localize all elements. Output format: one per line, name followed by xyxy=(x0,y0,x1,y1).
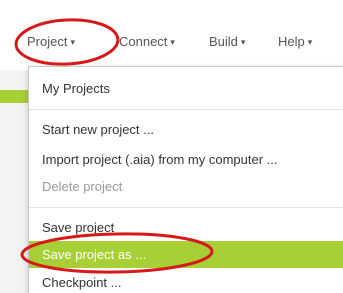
menu-bar: Project ▾ Connect ▾ Build ▾ Help ▾ xyxy=(0,0,343,70)
menu-item-save-project[interactable]: Save project xyxy=(29,214,343,241)
chevron-down-icon: ▾ xyxy=(70,37,75,47)
menu-item-import-project[interactable]: Import project (.aia) from my computer .… xyxy=(29,146,343,173)
menu-connect-label: Connect xyxy=(119,34,168,49)
menu-help[interactable]: Help ▾ xyxy=(278,34,312,49)
menu-build[interactable]: Build ▾ xyxy=(209,34,245,49)
menu-project-label: Project xyxy=(27,34,68,49)
chevron-down-icon: ▾ xyxy=(240,37,246,47)
menu-help-label: Help xyxy=(278,34,305,49)
menu-build-label: Build xyxy=(209,34,238,49)
background-panel xyxy=(0,70,28,293)
menu-project[interactable]: Project ▾ xyxy=(27,34,75,49)
chevron-down-icon: ▾ xyxy=(307,37,313,47)
menu-item-delete-project: Delete project xyxy=(42,179,123,194)
menu-item-checkpoint[interactable]: Checkpoint ... xyxy=(29,269,343,293)
selected-tab-accent xyxy=(0,90,28,103)
project-dropdown-menu: My Projects Start new project ... Import… xyxy=(28,66,343,293)
menu-divider xyxy=(29,207,343,208)
chevron-down-icon: ▾ xyxy=(170,37,175,47)
menu-item-start-new-project[interactable]: Start new project ... xyxy=(29,116,343,143)
menu-item-save-project-as[interactable]: Save project as ... xyxy=(29,241,343,268)
menu-connect[interactable]: Connect ▾ xyxy=(119,34,175,49)
menu-divider xyxy=(29,109,343,110)
menu-item-my-projects[interactable]: My Projects xyxy=(29,75,343,102)
